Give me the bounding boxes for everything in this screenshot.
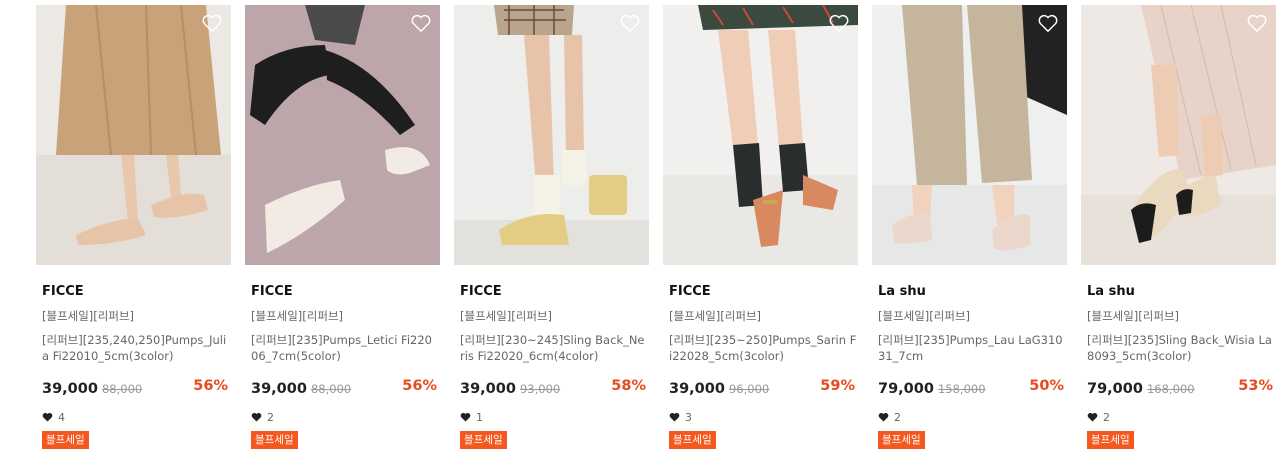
brand-name: La shu bbox=[1087, 284, 1135, 299]
sale-badge: 블프세일 bbox=[251, 431, 298, 449]
discount-rate: 56% bbox=[193, 378, 228, 394]
like-count: 4 bbox=[42, 410, 231, 424]
sale-price: 39,000 bbox=[669, 381, 725, 397]
heart-outline-icon[interactable] bbox=[1246, 13, 1268, 33]
brand-name: FICCE bbox=[669, 284, 711, 299]
price-row: 39,000 96,000 59% bbox=[669, 378, 855, 398]
product-name[interactable]: [리퍼브][230~245]Sling Back_Neris Fi22020_6… bbox=[460, 332, 648, 364]
like-count: 2 bbox=[878, 410, 1067, 424]
like-count-value: 4 bbox=[58, 410, 65, 424]
product-grid: FICCE [블프세일][리퍼브] [리퍼브][235,240,250]Pump… bbox=[0, 0, 1282, 464]
sale-badge: 블프세일 bbox=[669, 431, 716, 449]
sale-badge: 블프세일 bbox=[42, 431, 89, 449]
product-tags: [블프세일][리퍼브] bbox=[669, 309, 762, 323]
heart-filled-icon bbox=[251, 412, 262, 422]
product-card[interactable]: FICCE [블프세일][리퍼브] [리퍼브][235~250]Pumps_Sa… bbox=[663, 5, 858, 449]
like-count-value: 2 bbox=[894, 410, 901, 424]
price-row: 39,000 93,000 58% bbox=[460, 378, 646, 398]
product-tags: [블프세일][리퍼브] bbox=[878, 309, 971, 323]
product-name[interactable]: [리퍼브][235]Pumps_Letici Fi22006_7cm(5colo… bbox=[251, 332, 439, 364]
original-price: 158,000 bbox=[937, 382, 986, 396]
product-image[interactable] bbox=[872, 5, 1067, 265]
price-row: 79,000 168,000 53% bbox=[1087, 378, 1273, 398]
like-count: 2 bbox=[1087, 410, 1276, 424]
product-card[interactable]: FICCE [블프세일][리퍼브] [리퍼브][230~245]Sling Ba… bbox=[454, 5, 649, 449]
product-tags: [블프세일][리퍼브] bbox=[251, 309, 344, 323]
product-image[interactable] bbox=[663, 5, 858, 265]
product-name[interactable]: [리퍼브][235,240,250]Pumps_Julia Fi22010_5c… bbox=[42, 332, 230, 364]
discount-rate: 59% bbox=[820, 378, 855, 394]
sale-price: 39,000 bbox=[42, 381, 98, 397]
original-price: 96,000 bbox=[728, 382, 770, 396]
price-row: 39,000 88,000 56% bbox=[42, 378, 228, 398]
like-count-value: 2 bbox=[1103, 410, 1110, 424]
like-count-value: 1 bbox=[476, 410, 483, 424]
product-tags: [블프세일][리퍼브] bbox=[1087, 309, 1180, 323]
original-price: 168,000 bbox=[1146, 382, 1195, 396]
sale-price: 79,000 bbox=[878, 381, 934, 397]
original-price: 88,000 bbox=[310, 382, 352, 396]
heart-filled-icon bbox=[460, 412, 471, 422]
heart-filled-icon bbox=[669, 412, 680, 422]
product-tags: [블프세일][리퍼브] bbox=[42, 309, 135, 323]
like-count: 1 bbox=[460, 410, 649, 424]
brand-name: FICCE bbox=[251, 284, 293, 299]
product-card[interactable]: La shu [블프세일][리퍼브] [리퍼브][235]Sling Back_… bbox=[1081, 5, 1276, 449]
product-name[interactable]: [리퍼브][235]Sling Back_Wisia La8093_5cm(3c… bbox=[1087, 332, 1275, 364]
sale-price: 39,000 bbox=[251, 381, 307, 397]
heart-outline-icon[interactable] bbox=[1037, 13, 1059, 33]
sale-price: 39,000 bbox=[460, 381, 516, 397]
original-price: 93,000 bbox=[519, 382, 561, 396]
product-image[interactable] bbox=[36, 5, 231, 265]
heart-filled-icon bbox=[1087, 412, 1098, 422]
discount-rate: 53% bbox=[1238, 378, 1273, 394]
sale-badge: 블프세일 bbox=[460, 431, 507, 449]
like-count-value: 2 bbox=[267, 410, 274, 424]
heart-outline-icon[interactable] bbox=[410, 13, 432, 33]
heart-outline-icon[interactable] bbox=[828, 13, 850, 33]
sale-badge: 블프세일 bbox=[1087, 431, 1134, 449]
heart-outline-icon[interactable] bbox=[201, 13, 223, 33]
discount-rate: 50% bbox=[1029, 378, 1064, 394]
price-row: 39,000 88,000 56% bbox=[251, 378, 437, 398]
discount-rate: 56% bbox=[402, 378, 437, 394]
brand-name: FICCE bbox=[460, 284, 502, 299]
like-count-value: 3 bbox=[685, 410, 692, 424]
heart-filled-icon bbox=[42, 412, 53, 422]
product-name[interactable]: [리퍼브][235~250]Pumps_Sarin Fi22028_5cm(3c… bbox=[669, 332, 857, 364]
product-image[interactable] bbox=[245, 5, 440, 265]
product-card[interactable]: FICCE [블프세일][리퍼브] [리퍼브][235,240,250]Pump… bbox=[36, 5, 231, 449]
original-price: 88,000 bbox=[101, 382, 143, 396]
like-count: 2 bbox=[251, 410, 440, 424]
product-image[interactable] bbox=[454, 5, 649, 265]
product-image[interactable] bbox=[1081, 5, 1276, 265]
sale-badge: 블프세일 bbox=[878, 431, 925, 449]
heart-outline-icon[interactable] bbox=[619, 13, 641, 33]
product-name[interactable]: [리퍼브][235]Pumps_Lau LaG31031_7cm bbox=[878, 332, 1066, 364]
brand-name: La shu bbox=[878, 284, 926, 299]
product-card[interactable]: FICCE [블프세일][리퍼브] [리퍼브][235]Pumps_Letici… bbox=[245, 5, 440, 449]
product-tags: [블프세일][리퍼브] bbox=[460, 309, 553, 323]
brand-name: FICCE bbox=[42, 284, 84, 299]
sale-price: 79,000 bbox=[1087, 381, 1143, 397]
like-count: 3 bbox=[669, 410, 858, 424]
heart-filled-icon bbox=[878, 412, 889, 422]
discount-rate: 58% bbox=[611, 378, 646, 394]
price-row: 79,000 158,000 50% bbox=[878, 378, 1064, 398]
product-card[interactable]: La shu [블프세일][리퍼브] [리퍼브][235]Pumps_Lau L… bbox=[872, 5, 1067, 449]
